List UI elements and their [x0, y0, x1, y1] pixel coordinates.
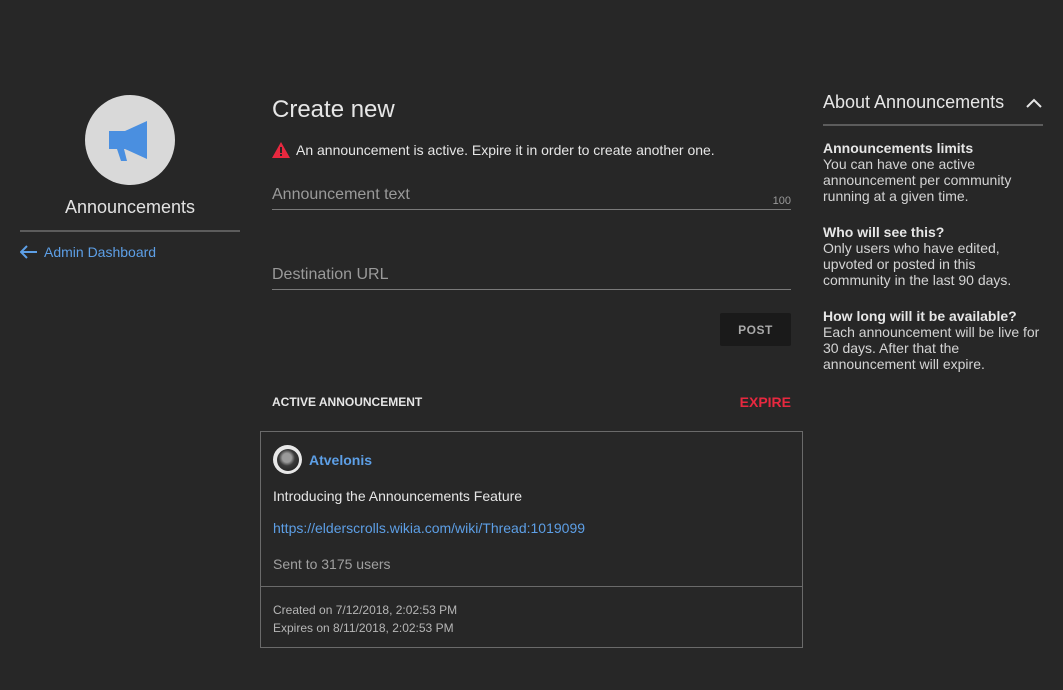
warning-icon: [272, 142, 290, 158]
info-title: How long will it be available?: [823, 308, 1017, 324]
announcements-avatar: [85, 95, 175, 185]
username-link[interactable]: Atvelonis: [309, 452, 372, 468]
info-body: You can have one active announcement per…: [823, 156, 1012, 204]
page-title: Create new: [272, 96, 395, 123]
arrow-left-icon: [20, 245, 37, 259]
expire-button[interactable]: EXPIRE: [740, 394, 791, 410]
active-announcement-label: ACTIVE ANNOUNCEMENT: [272, 395, 423, 409]
expires-date: Expires on 8/11/2018, 2:02:53 PM: [273, 621, 454, 635]
char-counter: 100: [772, 195, 791, 207]
active-warning: An announcement is active. Expire it in …: [272, 142, 791, 158]
warning-text: An announcement is active. Expire it in …: [296, 142, 715, 158]
about-panel: About Announcements Announcements limits…: [823, 92, 1043, 372]
destination-url-field[interactable]: Destination URL: [272, 260, 791, 290]
info-section: Who will see this? Only users who have e…: [823, 224, 1043, 288]
sidebar-title: Announcements: [20, 197, 240, 232]
info-body: Each announcement will be live for 30 da…: [823, 324, 1040, 372]
sidebar: Announcements Admin Dashboard: [20, 95, 240, 260]
info-section: How long will it be available? Each anno…: [823, 308, 1043, 372]
announcement-text-placeholder: Announcement text: [272, 186, 410, 203]
info-body: Only users who have edited, upvoted or p…: [823, 240, 1012, 288]
active-announcement-card: Atvelonis Introducing the Announcements …: [260, 431, 803, 648]
admin-dashboard-label: Admin Dashboard: [44, 244, 157, 260]
info-section: Announcements limits You can have one ac…: [823, 140, 1043, 204]
megaphone-icon: [109, 121, 147, 161]
admin-dashboard-link[interactable]: Admin Dashboard: [20, 244, 240, 260]
create-announcement-form: Create new An announcement is active. Ex…: [272, 96, 791, 410]
post-button[interactable]: POST: [720, 313, 791, 346]
announcement-text: Introducing the Announcements Feature: [273, 488, 523, 504]
destination-url-placeholder: Destination URL: [272, 266, 389, 283]
announcement-text-field[interactable]: Announcement text 100: [272, 180, 791, 210]
info-title: Announcements limits: [823, 140, 974, 156]
chevron-up-icon[interactable]: [1025, 97, 1043, 109]
about-title: About Announcements: [823, 92, 1005, 112]
info-title: Who will see this?: [823, 224, 945, 240]
announcement-link[interactable]: https://elderscrolls.wikia.com/wiki/Thre…: [273, 520, 790, 536]
sent-count: Sent to 3175 users: [273, 556, 391, 572]
created-date: Created on 7/12/2018, 2:02:53 PM: [273, 603, 458, 617]
user-avatar[interactable]: [273, 445, 302, 474]
